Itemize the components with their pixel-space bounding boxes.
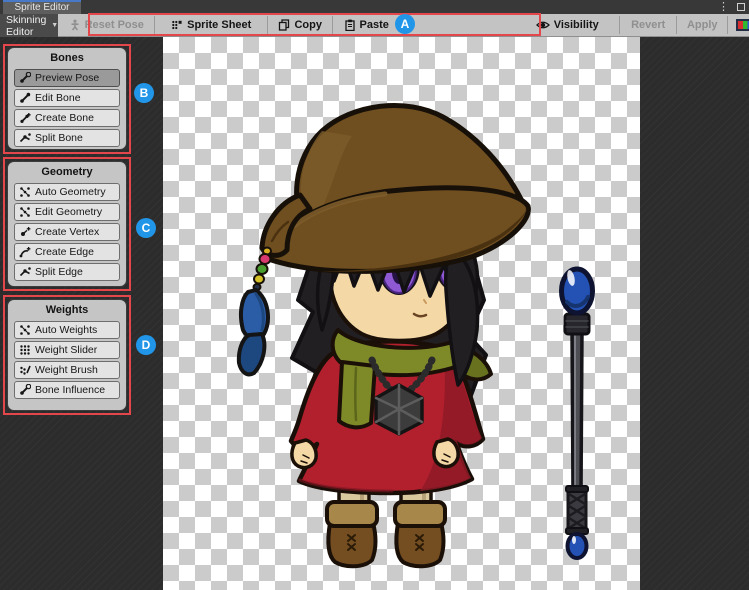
geometry-panel: Geometry Auto Geometry Edit Geometry Cre…	[7, 161, 127, 287]
split-bone-label: Split Bone	[35, 132, 83, 144]
edit-bone-icon	[19, 92, 31, 104]
weight-brush-button[interactable]: Weight Brush	[14, 361, 120, 379]
bones-panel: Bones Preview Pose Edit Bone Create Bone…	[7, 47, 127, 150]
copy-button[interactable]: Copy	[268, 14, 332, 36]
split-edge-label: Split Edge	[35, 266, 83, 278]
annotation-letter-d: D	[136, 335, 156, 355]
sprite-sheet-label: Sprite Sheet	[187, 19, 251, 31]
auto-geometry-icon	[19, 186, 31, 198]
auto-weights-icon	[19, 324, 31, 336]
split-bone-button[interactable]: Split Bone	[14, 129, 120, 147]
skinning-editor-label: Skinning Editor	[6, 14, 46, 38]
split-bone-icon	[19, 132, 31, 144]
character-feather	[239, 290, 268, 374]
annotation-letter-b: B	[134, 83, 154, 103]
eye-icon	[536, 19, 550, 31]
paste-icon	[344, 19, 356, 31]
tab-sprite-editor[interactable]: Sprite Editor	[3, 0, 81, 14]
create-bone-icon	[19, 112, 31, 124]
edit-geometry-label: Edit Geometry	[35, 206, 102, 218]
create-bone-button[interactable]: Create Bone	[14, 109, 120, 127]
preview-pose-label: Preview Pose	[35, 72, 99, 84]
create-edge-icon	[19, 246, 31, 258]
preview-pose-button[interactable]: Preview Pose	[14, 69, 120, 87]
preview-pose-icon	[19, 72, 31, 84]
reset-pose-button[interactable]: Reset Pose	[58, 14, 154, 36]
skinning-editor-dropdown[interactable]: Skinning Editor ▼	[0, 14, 58, 37]
color-channel-button[interactable]	[728, 14, 749, 36]
create-vertex-icon	[19, 226, 31, 238]
edit-bone-button[interactable]: Edit Bone	[14, 89, 120, 107]
apply-label: Apply	[687, 19, 718, 31]
character-boots	[327, 502, 445, 566]
create-edge-label: Create Edge	[35, 246, 94, 258]
bone-influence-label: Bone Influence	[35, 384, 105, 396]
bone-influence-button[interactable]: Bone Influence	[14, 381, 120, 399]
bone-influence-icon	[19, 384, 31, 396]
sprite-canvas[interactable]	[163, 37, 640, 590]
visibility-label: Visibility	[554, 19, 599, 31]
weight-slider-label: Weight Slider	[35, 344, 97, 356]
maximize-icon[interactable]	[737, 3, 745, 11]
sprite-sheet-icon	[171, 19, 183, 31]
toolbar-row: Skinning Editor ▼ Reset Pose Sprite Shee…	[0, 14, 749, 37]
annotation-letter-c: C	[136, 218, 156, 238]
reset-pose-label: Reset Pose	[85, 19, 144, 31]
auto-weights-label: Auto Weights	[35, 324, 97, 336]
split-edge-icon	[19, 266, 31, 278]
revert-label: Revert	[631, 19, 665, 31]
titlebar: Sprite Editor ⋮	[0, 0, 749, 14]
toolbar-spacer	[399, 14, 515, 36]
weight-slider-icon	[19, 344, 31, 356]
kebab-menu-icon[interactable]: ⋮	[718, 2, 729, 12]
toolbar: Reset Pose Sprite Sheet Copy Paste Visib…	[58, 14, 749, 37]
edit-geometry-button[interactable]: Edit Geometry	[14, 203, 120, 221]
weights-panel-title: Weights	[8, 302, 126, 319]
paste-button[interactable]: Paste	[333, 14, 399, 36]
edit-bone-label: Edit Bone	[35, 92, 81, 104]
auto-geometry-label: Auto Geometry	[35, 186, 106, 198]
weight-brush-label: Weight Brush	[35, 364, 98, 376]
revert-button[interactable]: Revert	[620, 14, 676, 36]
character-beads	[254, 248, 272, 291]
split-edge-button[interactable]: Split Edge	[14, 263, 120, 281]
edit-geometry-icon	[19, 206, 31, 218]
apply-button[interactable]: Apply	[677, 14, 727, 36]
rgb-swatch-icon	[736, 19, 749, 31]
create-edge-button[interactable]: Create Edge	[14, 243, 120, 261]
staff-sprite	[562, 269, 593, 558]
character-sprite	[163, 37, 640, 590]
unity-sprite-editor-window: Sprite Editor ⋮ Skinning Editor ▼ Reset …	[0, 0, 749, 590]
weight-slider-button[interactable]: Weight Slider	[14, 341, 120, 359]
sprite-sheet-button[interactable]: Sprite Sheet	[155, 14, 267, 36]
auto-geometry-button[interactable]: Auto Geometry	[14, 183, 120, 201]
visibility-button[interactable]: Visibility	[515, 14, 619, 36]
unity-cube-pendant	[376, 385, 422, 434]
weights-panel: Weights Auto Weights Weight Slider Weigh…	[7, 299, 127, 411]
window-controls: ⋮	[718, 0, 745, 14]
create-vertex-label: Create Vertex	[35, 226, 99, 238]
auto-weights-button[interactable]: Auto Weights	[14, 321, 120, 339]
weight-brush-icon	[19, 364, 31, 376]
copy-label: Copy	[294, 19, 322, 31]
bones-panel-title: Bones	[8, 50, 126, 67]
geometry-panel-title: Geometry	[8, 164, 126, 181]
create-bone-label: Create Bone	[35, 112, 94, 124]
create-vertex-button[interactable]: Create Vertex	[14, 223, 120, 241]
chevron-down-icon: ▼	[51, 22, 58, 29]
character-hat	[262, 106, 528, 272]
paste-label: Paste	[360, 19, 389, 31]
copy-icon	[278, 19, 290, 31]
reset-pose-icon	[69, 19, 81, 31]
